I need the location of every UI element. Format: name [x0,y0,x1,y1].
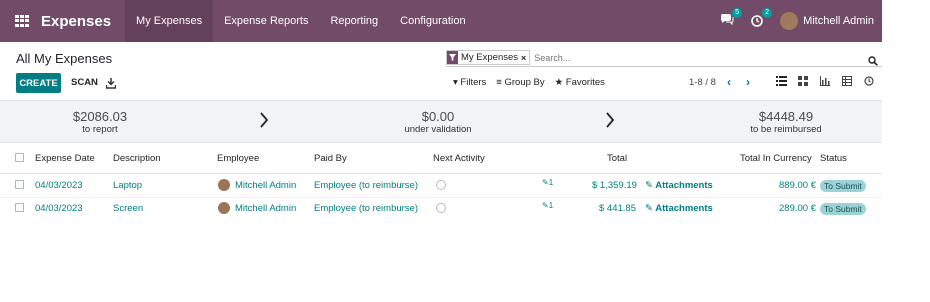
paperclip-icon: ✎ [645,203,653,214]
schedule-activity-icon[interactable] [436,203,446,213]
activities-icon[interactable]: 2 [750,8,773,28]
expense-description: Screen [113,203,144,214]
search-box: My Expenses × [446,49,882,67]
to-report-label: to report [82,124,118,135]
chevron-right-icon [606,112,615,128]
favorites-label: Favorites [565,77,605,88]
view-switcher [775,75,875,87]
messages-icon[interactable]: 5 [720,8,743,28]
under-validation-label: under validation [404,124,472,135]
employee-name[interactable]: Mitchell Admin [235,203,296,214]
to-be-reimbursed-amount: $4448.49 [758,109,814,124]
table-row[interactable]: 04/03/2023 Laptop Mitchell Admin Employe… [0,174,882,197]
favorites-dropdown[interactable]: ★ Favorites [555,77,605,88]
under-validation-amount: $0.00 [421,109,455,124]
summary-to-be-reimbursed[interactable]: $4448.49 to be reimbursed [726,109,846,135]
total-in-currency: 289.00 € [779,203,816,214]
graph-view-icon[interactable] [819,75,831,87]
search-options: ▾ Filters ≡ Group By ★ Favorites [453,77,605,88]
select-all-checkbox[interactable] [15,153,24,162]
employee-avatar [218,179,230,191]
control-panel: All My Expenses My Expenses × CREATE SCA… [0,42,882,100]
header-next-activity[interactable]: Next Activity [433,153,485,164]
attachment-count: ✎1 [542,201,554,210]
menu-configuration[interactable]: Configuration [389,0,476,42]
menu-my-expenses[interactable]: My Expenses [125,0,214,42]
header-total[interactable]: Total [607,153,627,164]
user-avatar [780,12,799,30]
star-icon: ★ [554,77,564,88]
attachment-count: ✎1 [542,178,554,187]
app-name[interactable]: Expenses [41,13,111,30]
scan-button[interactable]: SCAN [71,77,98,88]
group-by-dropdown[interactable]: ≡ Group By [496,77,544,88]
user-menu[interactable]: Mitchell Admin [780,12,874,30]
page-title: All My Expenses [16,51,113,66]
summary-under-validation[interactable]: $0.00 under validation [378,109,498,135]
facet-remove-icon[interactable]: × [521,53,529,63]
to-report-amount: $2086.03 [72,109,128,124]
attachment-count-value: 1 [548,178,554,187]
paid-by: Employee (to reimburse) [314,180,419,191]
header-total-in-currency[interactable]: Total In Currency [740,153,812,164]
header-expense-date[interactable]: Expense Date [35,153,95,164]
paperclip-icon: ✎ [645,180,653,191]
header-status[interactable]: Status [820,153,847,164]
employee-name[interactable]: Mitchell Admin [235,180,296,191]
activities-count-badge: 2 [762,8,773,18]
user-name: Mitchell Admin [803,15,874,27]
attachments-button[interactable]: ✎ Attachments [645,180,713,191]
employee-avatar [218,202,230,214]
attachments-label: Attachments [655,180,713,191]
chevron-right-icon [260,112,269,128]
kanban-view-icon[interactable] [797,75,809,87]
pivot-view-icon[interactable] [841,75,853,87]
status-badge: To Submit [820,180,866,192]
activity-view-icon[interactable] [863,75,875,87]
menu-expense-reports[interactable]: Expense Reports [213,0,319,42]
total-in-currency: 889.00 € [779,180,816,191]
pager-previous-icon[interactable]: ‹ [727,75,731,89]
menu-reporting[interactable]: Reporting [319,0,389,42]
summary-to-report[interactable]: $2086.03 to report [40,109,160,135]
row-checkbox[interactable] [15,180,24,189]
expense-date: 04/03/2023 [35,203,83,214]
group-by-label: Group By [504,77,545,88]
total-amount: $ 441.85 [599,203,636,214]
list-view-icon[interactable] [775,75,787,87]
expense-date: 04/03/2023 [35,180,83,191]
search-facet: My Expenses × [446,50,531,65]
search-input[interactable] [534,50,865,65]
expense-summary-bar: $2086.03 to report $0.00 under validatio… [0,100,882,143]
schedule-activity-icon[interactable] [436,180,446,190]
header-description[interactable]: Description [113,153,161,164]
filters-dropdown[interactable]: ▾ Filters [453,77,486,88]
group-by-icon: ≡ [496,77,502,88]
attachments-label: Attachments [655,203,713,214]
paid-by: Employee (to reimburse) [314,203,419,214]
search-icon[interactable] [868,53,878,66]
pager-value[interactable]: 1-8 / 8 [689,77,716,88]
facet-label: My Expenses [461,52,519,63]
table-header: Expense Date Description Employee Paid B… [0,148,882,170]
messages-count-badge: 5 [732,8,743,18]
status-badge: To Submit [820,203,866,215]
total-amount: $ 1,359.19 [592,180,637,191]
attachment-count-value: 1 [548,201,554,210]
header-employee[interactable]: Employee [217,153,259,164]
filter-icon: ▾ [453,77,458,88]
header-paid-by[interactable]: Paid By [314,153,347,164]
to-be-reimbursed-label: to be reimbursed [750,124,822,135]
pager-next-icon[interactable]: › [746,75,750,89]
download-icon[interactable] [105,76,117,89]
create-button[interactable]: CREATE [16,73,61,93]
filter-facet-icon [447,51,458,64]
row-checkbox[interactable] [15,203,24,212]
top-navbar: Expenses My Expenses Expense Reports Rep… [0,0,882,42]
apps-menu-icon[interactable] [15,15,29,27]
attachments-button[interactable]: ✎ Attachments [645,203,713,214]
filters-label: Filters [460,77,487,88]
expense-description: Laptop [113,180,143,191]
table-row[interactable]: 04/03/2023 Screen Mitchell Admin Employe… [0,197,882,220]
